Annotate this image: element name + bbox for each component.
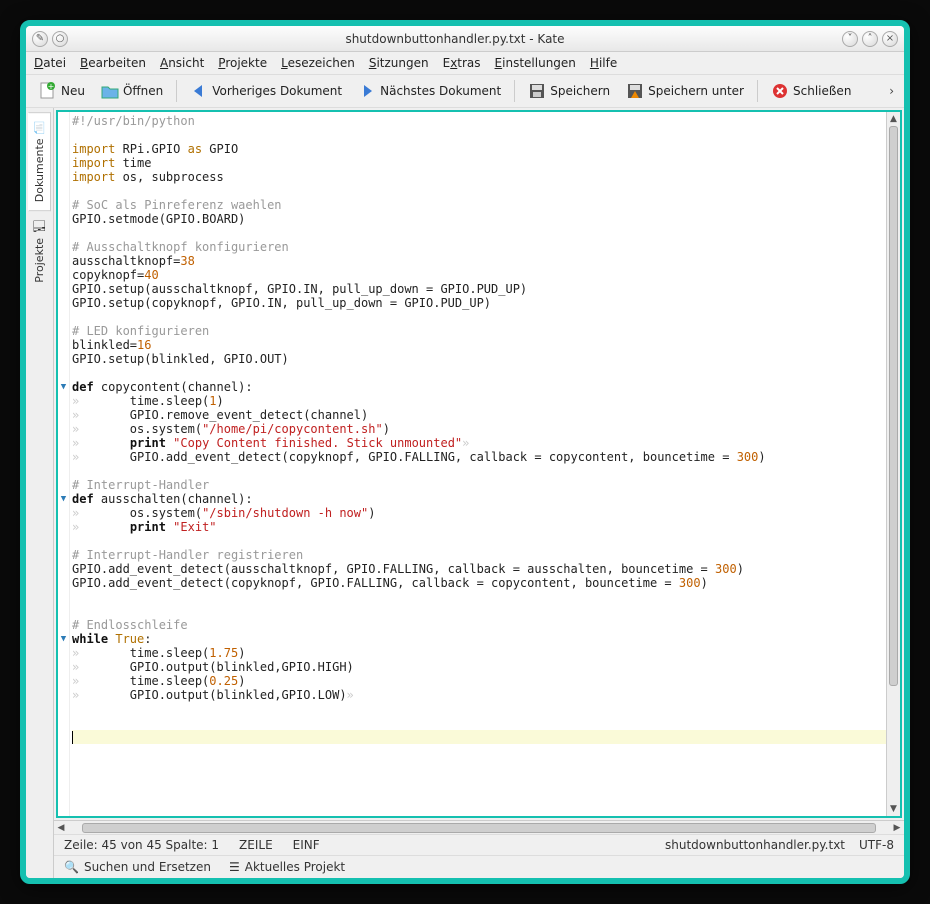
- floppy-saveas-icon: [626, 82, 644, 100]
- save-label: Speichern: [550, 84, 610, 98]
- prev-doc-button[interactable]: Vorheriges Dokument: [183, 78, 349, 104]
- status-linemode[interactable]: ZEILE: [239, 838, 273, 852]
- open-folder-icon: [101, 82, 119, 100]
- search-label: Suchen und Ersetzen: [84, 860, 211, 874]
- toolbar-separator: [757, 80, 758, 102]
- status-insert[interactable]: EINF: [293, 838, 320, 852]
- close-doc-button[interactable]: Schließen: [764, 78, 858, 104]
- vertical-scrollbar[interactable]: ▲ ▼: [886, 112, 900, 816]
- list-icon: ☰: [229, 860, 240, 874]
- kate-window: ✎ ○ shutdownbuttonhandler.py.txt - Kate …: [20, 20, 910, 884]
- status-filename: shutdownbuttonhandler.py.txt: [665, 838, 845, 852]
- new-label: Neu: [61, 84, 85, 98]
- menu-sitzungen[interactable]: Sitzungen: [369, 56, 429, 70]
- sidebar-tab-projects[interactable]: Projekte 🗂: [28, 211, 51, 292]
- current-project-tab[interactable]: ☰ Aktuelles Projekt: [229, 860, 345, 874]
- arrow-left-icon: [190, 82, 208, 100]
- project-label: Aktuelles Projekt: [245, 860, 345, 874]
- close-red-icon: [771, 82, 789, 100]
- project-icon: 🗂: [33, 220, 46, 234]
- pin-icon[interactable]: ○: [52, 31, 68, 47]
- status-position[interactable]: Zeile: 45 von 45 Spalte: 1: [64, 838, 219, 852]
- open-button[interactable]: Öffnen: [94, 78, 170, 104]
- window-title: shutdownbuttonhandler.py.txt - Kate: [72, 32, 838, 46]
- sidebar-tab-documents[interactable]: Dokumente 📄: [28, 112, 51, 211]
- search-replace-tab[interactable]: 🔍 Suchen und Ersetzen: [64, 860, 211, 874]
- floppy-save-icon: [528, 82, 546, 100]
- sidebar-tabs: Dokumente 📄 Projekte 🗂: [26, 108, 54, 878]
- saveas-label: Speichern unter: [648, 84, 744, 98]
- save-as-button[interactable]: Speichern unter: [619, 78, 751, 104]
- toolbar-overflow[interactable]: ›: [885, 82, 898, 100]
- menu-extras[interactable]: Extras: [443, 56, 481, 70]
- save-button[interactable]: Speichern: [521, 78, 617, 104]
- bottom-panel: 🔍 Suchen und Ersetzen ☰ Aktuelles Projek…: [54, 855, 904, 878]
- close-window-button[interactable]: ×: [882, 31, 898, 47]
- scroll-down-arrow[interactable]: ▼: [887, 802, 900, 816]
- minimize-button[interactable]: ˅: [842, 31, 858, 47]
- arrow-right-icon: [358, 82, 376, 100]
- fold-gutter[interactable]: ▼ ▼ ▼: [58, 112, 70, 816]
- binoculars-icon: 🔍: [64, 860, 79, 874]
- scroll-up-arrow[interactable]: ▲: [887, 112, 900, 126]
- menu-einstellungen[interactable]: Einstellungen: [495, 56, 576, 70]
- svg-text:+: +: [48, 82, 55, 91]
- editor[interactable]: ▼ ▼ ▼ #!/usr/bin/python import RPi.GPIO …: [56, 110, 902, 818]
- new-file-icon: +: [39, 82, 57, 100]
- new-button[interactable]: + Neu: [32, 78, 92, 104]
- scroll-right-arrow[interactable]: ▶: [890, 823, 904, 833]
- status-encoding[interactable]: UTF-8: [859, 838, 894, 852]
- maximize-button[interactable]: ˄: [862, 31, 878, 47]
- menu-datei[interactable]: Datei: [34, 56, 66, 70]
- menu-hilfe[interactable]: Hilfe: [590, 56, 617, 70]
- titlebar[interactable]: ✎ ○ shutdownbuttonhandler.py.txt - Kate …: [26, 26, 904, 52]
- document-icon: 📄: [33, 121, 46, 134]
- menu-projekte[interactable]: Projekte: [218, 56, 267, 70]
- scroll-thumb[interactable]: [889, 126, 898, 686]
- horizontal-scrollbar[interactable]: ◀ ▶: [54, 820, 904, 834]
- menu-lesezeichen[interactable]: Lesezeichen: [281, 56, 355, 70]
- projects-label: Projekte: [33, 238, 46, 283]
- code-area[interactable]: #!/usr/bin/python import RPi.GPIO as GPI…: [70, 112, 886, 816]
- toolbar: + Neu Öffnen Vorheriges Dokument Nächste…: [26, 75, 904, 108]
- prev-label: Vorheriges Dokument: [212, 84, 342, 98]
- menubar: Datei Bearbeiten Ansicht Projekte Leseze…: [26, 52, 904, 75]
- statusbar: Zeile: 45 von 45 Spalte: 1 ZEILE EINF sh…: [54, 834, 904, 855]
- hscroll-thumb[interactable]: [82, 823, 876, 833]
- next-label: Nächstes Dokument: [380, 84, 501, 98]
- next-doc-button[interactable]: Nächstes Dokument: [351, 78, 508, 104]
- toolbar-separator: [176, 80, 177, 102]
- window-menu-icon[interactable]: ✎: [32, 31, 48, 47]
- menu-bearbeiten[interactable]: Bearbeiten: [80, 56, 146, 70]
- menu-ansicht[interactable]: Ansicht: [160, 56, 204, 70]
- documents-label: Dokumente: [33, 138, 46, 202]
- scroll-left-arrow[interactable]: ◀: [54, 823, 68, 833]
- open-label: Öffnen: [123, 84, 163, 98]
- close-label: Schließen: [793, 84, 851, 98]
- toolbar-separator: [514, 80, 515, 102]
